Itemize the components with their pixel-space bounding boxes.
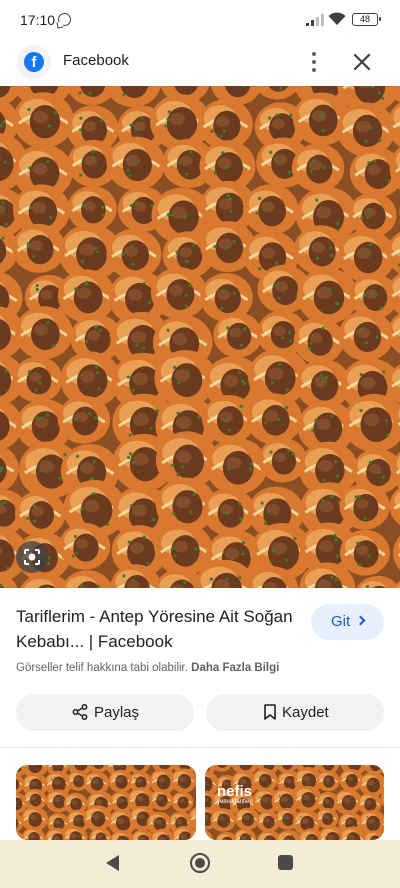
home-icon[interactable] <box>190 853 210 873</box>
related-photo-1 <box>16 765 196 840</box>
wifi-icon <box>328 12 346 25</box>
signal-icon <box>306 14 324 26</box>
divider <box>0 747 400 748</box>
result-title[interactable]: Tariflerim - Antep Yöresine Ait Soğan Ke… <box>16 604 296 654</box>
facebook-logo-icon: f <box>17 45 51 79</box>
close-icon[interactable] <box>348 48 376 76</box>
share-icon <box>72 704 88 720</box>
main-image[interactable] <box>0 86 400 588</box>
nefis-watermark-sub: yemektarifleri <box>217 799 253 805</box>
copyright-text: Görseller telif hakkına tabi olabilir. <box>16 662 188 674</box>
bookmark-icon <box>264 704 276 720</box>
copyright-notice: Görseller telif hakkına tabi olabilir. D… <box>16 662 279 674</box>
save-label: Kaydet <box>282 704 329 721</box>
save-button[interactable]: Kaydet <box>206 694 384 731</box>
share-button[interactable]: Paylaş <box>16 694 194 731</box>
related-image-2[interactable]: nefis yemektarifleri <box>205 765 384 840</box>
status-bar: 17:10 48 <box>0 0 400 40</box>
lens-icon <box>24 549 40 565</box>
system-nav-bar <box>0 840 400 888</box>
facebook-logo-letter: f <box>24 52 44 72</box>
source-name: Facebook <box>63 52 129 69</box>
visit-button[interactable]: Git <box>311 604 384 640</box>
more-vert-icon[interactable] <box>302 48 326 76</box>
food-photo <box>0 86 400 588</box>
whatsapp-notification-icon <box>58 13 71 26</box>
source-header: f Facebook <box>0 40 400 84</box>
chevron-right-icon <box>355 615 366 626</box>
nefis-watermark: nefis <box>217 783 253 800</box>
battery-indicator: 48 <box>352 13 381 26</box>
recents-icon[interactable] <box>278 855 293 870</box>
related-image-1[interactable] <box>16 765 196 840</box>
status-time: 17:10 <box>20 12 56 28</box>
visit-label: Git <box>331 613 351 630</box>
lens-search-button[interactable] <box>16 541 48 573</box>
more-info-link[interactable]: Daha Fazla Bilgi <box>191 662 279 674</box>
share-label: Paylaş <box>94 704 140 721</box>
back-icon[interactable] <box>104 854 120 872</box>
